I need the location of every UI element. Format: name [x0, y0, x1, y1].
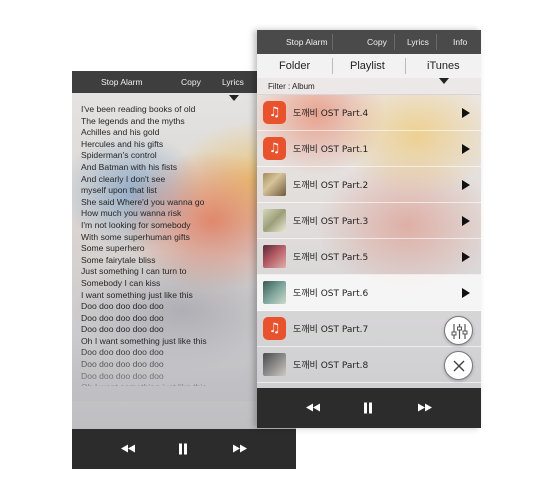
- info-button[interactable]: Info: [453, 37, 467, 47]
- close-icon: [453, 360, 465, 372]
- close-button[interactable]: [444, 351, 473, 380]
- track-title: 도깨비 OST Part.1: [293, 145, 369, 155]
- menu-divider: [436, 34, 437, 50]
- filter-dropdown-arrow-icon[interactable]: [439, 78, 449, 84]
- track-row[interactable]: 도깨비 OST Part.2: [257, 167, 481, 203]
- music-app-icon: [263, 317, 286, 340]
- album-art-thumbnail: [263, 245, 286, 268]
- tab-divider: [405, 58, 406, 74]
- filter-label: Filter : Album: [268, 82, 315, 91]
- music-app-icon: [263, 101, 286, 124]
- playback-controls: [72, 429, 296, 469]
- tab-playlist[interactable]: Playlist: [350, 60, 385, 72]
- lyrics-button[interactable]: Lyrics: [222, 77, 244, 87]
- playlist-menu-bar: Stop Alarm Copy Lyrics Info: [257, 30, 481, 54]
- source-tabs: Folder Playlist iTunes: [257, 54, 481, 78]
- album-art-thumbnail: [263, 281, 286, 304]
- track-row[interactable]: 도깨비 OST Part.4: [257, 95, 481, 131]
- track-title: 도깨비 OST Part.3: [293, 217, 369, 227]
- playlist-screen: Stop Alarm Copy Lyrics Info Folder Playl…: [257, 30, 481, 428]
- play-icon[interactable]: [462, 144, 470, 154]
- rewind-icon[interactable]: [121, 444, 135, 454]
- copy-button[interactable]: Copy: [181, 77, 201, 87]
- menu-divider: [394, 34, 395, 50]
- pause-icon[interactable]: [178, 443, 188, 455]
- menu-divider: [332, 34, 333, 50]
- dropdown-arrow-icon[interactable]: [229, 95, 239, 101]
- track-title: 도깨비 OST Part.6: [293, 289, 369, 299]
- tab-folder[interactable]: Folder: [279, 60, 310, 72]
- track-row[interactable]: 도깨비 OST Part.1: [257, 131, 481, 167]
- track-title: 도깨비 OST Part.4: [293, 109, 369, 119]
- fast-forward-icon[interactable]: [418, 403, 432, 413]
- track-title: 도깨비 OST Part.2: [293, 181, 369, 191]
- play-icon[interactable]: [462, 288, 470, 298]
- rewind-icon[interactable]: [306, 403, 320, 413]
- music-app-icon: [263, 137, 286, 160]
- stop-alarm-button[interactable]: Stop Alarm: [101, 77, 143, 87]
- track-row[interactable]: 도깨비 OST Part.6: [257, 275, 481, 311]
- lyrics-button[interactable]: Lyrics: [407, 37, 429, 47]
- tab-itunes[interactable]: iTunes: [427, 60, 460, 72]
- track-title: 도깨비 OST Part.5: [293, 253, 369, 263]
- album-art-thumbnail: [263, 209, 286, 232]
- track-row[interactable]: 도깨비 OST Part.5: [257, 239, 481, 275]
- play-icon[interactable]: [462, 252, 470, 262]
- album-art-thumbnail: [263, 173, 286, 196]
- track-row[interactable]: 도깨비 OST Part.3: [257, 203, 481, 239]
- play-icon[interactable]: [462, 108, 470, 118]
- tab-divider: [332, 58, 333, 74]
- track-title: 도깨비 OST Part.8: [293, 361, 369, 371]
- copy-button[interactable]: Copy: [367, 37, 387, 47]
- playback-controls: [257, 388, 481, 428]
- track-title: 도깨비 OST Part.7: [293, 325, 369, 335]
- pause-icon[interactable]: [363, 402, 373, 414]
- equalizer-button[interactable]: [444, 316, 473, 345]
- play-icon[interactable]: [462, 216, 470, 226]
- play-icon[interactable]: [462, 180, 470, 190]
- fast-forward-icon[interactable]: [233, 444, 247, 454]
- album-art-thumbnail: [263, 353, 286, 376]
- equalizer-icon: [451, 324, 468, 339]
- stop-alarm-button[interactable]: Stop Alarm: [286, 37, 328, 47]
